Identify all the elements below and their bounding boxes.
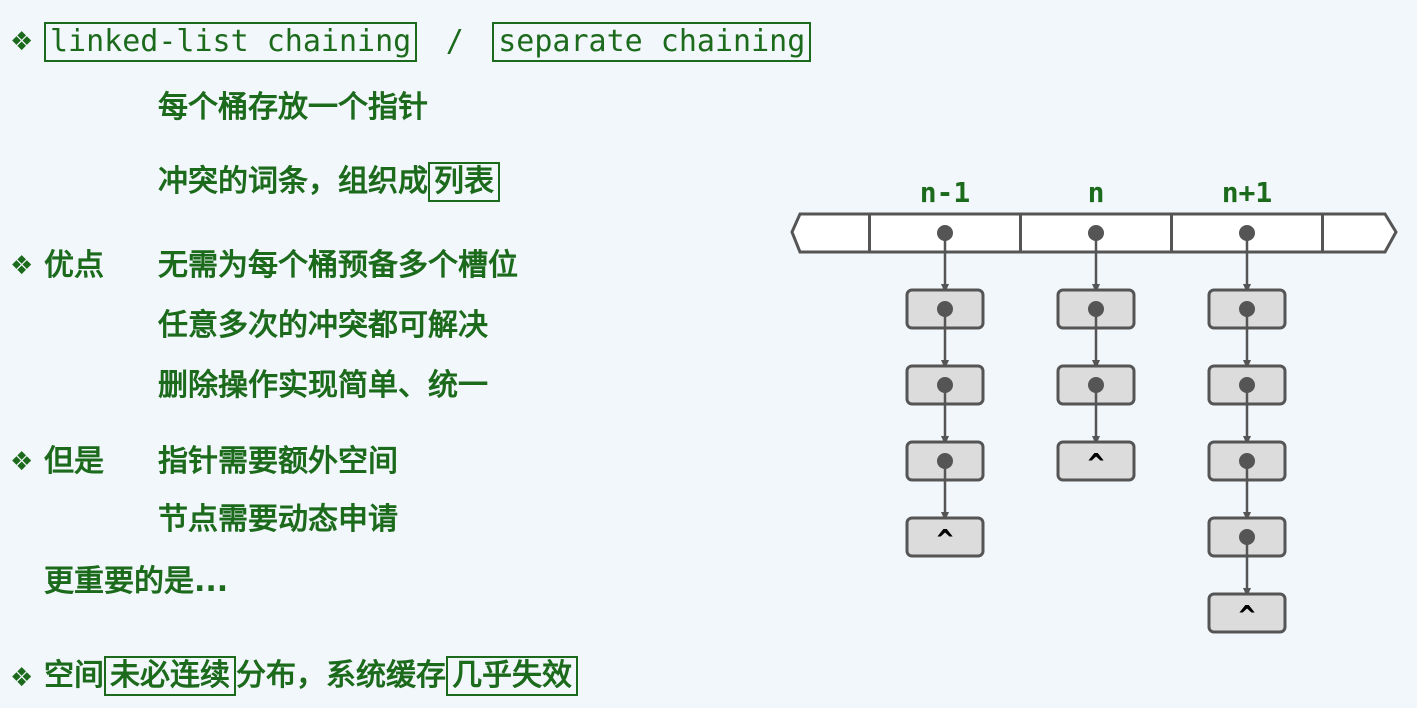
null-marker: ^	[1088, 447, 1105, 480]
bucket-label: n+1	[1222, 176, 1273, 209]
hash-table-diagram: n-1 ^ n ^ n+1 ^	[790, 176, 1398, 634]
null-marker: ^	[937, 523, 954, 556]
bucket-label: n-1	[920, 176, 971, 209]
null-marker: ^	[1239, 599, 1256, 632]
bucket-label: n	[1088, 176, 1105, 209]
